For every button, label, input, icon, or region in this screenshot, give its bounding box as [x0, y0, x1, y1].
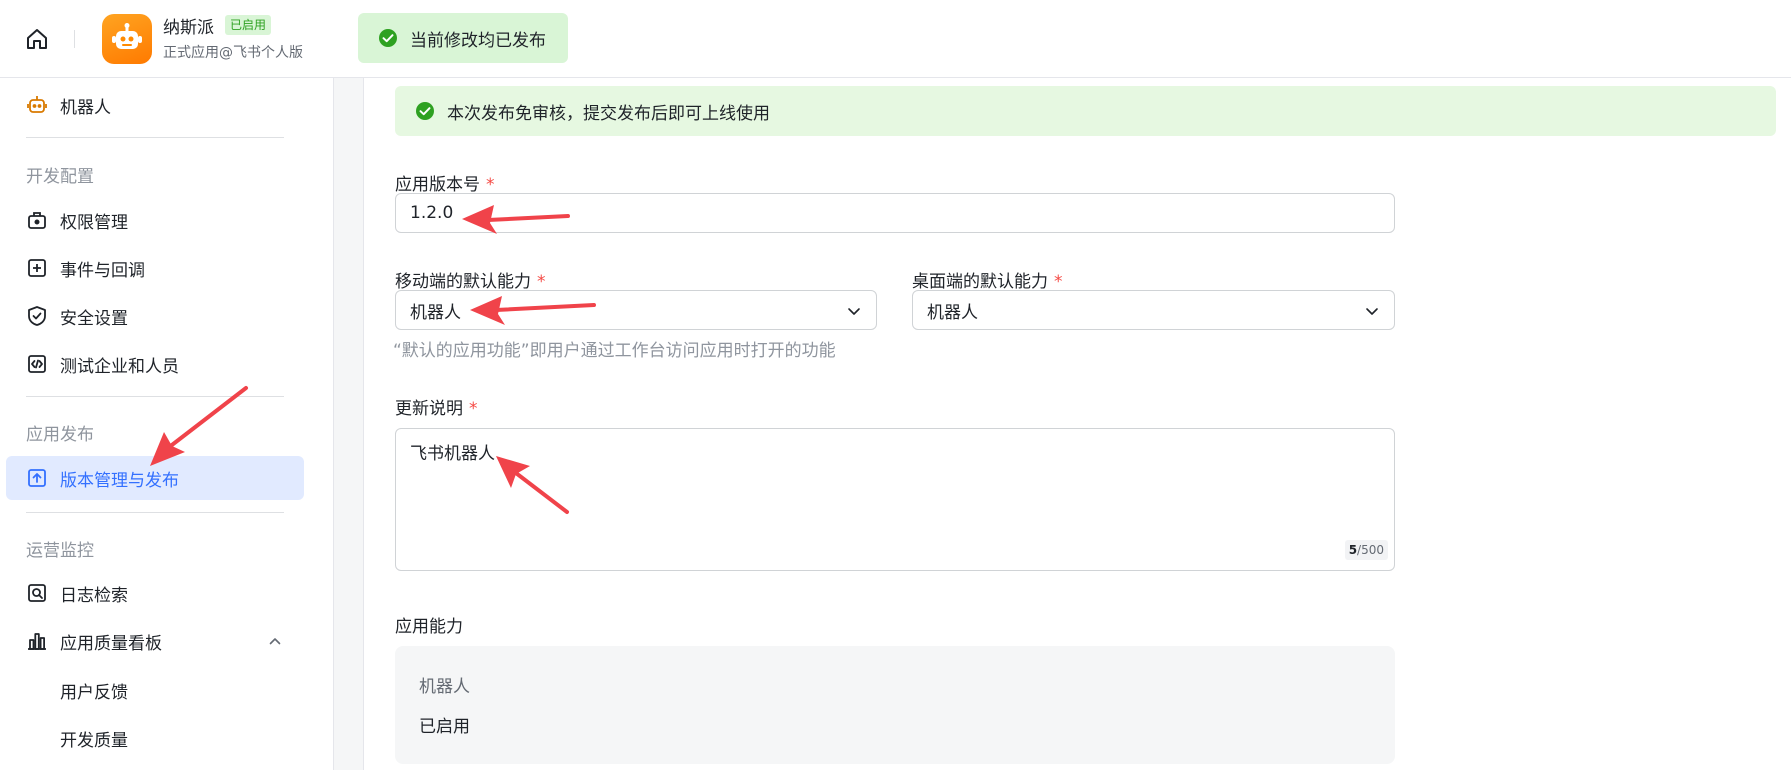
- required-mark: *: [1054, 272, 1063, 292]
- sidebar-item-label: 事件与回调: [60, 260, 145, 281]
- sidebar-item-versions[interactable]: 版本管理与发布: [6, 456, 304, 500]
- capability-card: 机器人 已启用: [395, 646, 1395, 764]
- mobile-default-label: 移动端的默认能力 *: [395, 267, 546, 292]
- app-status-badge: 已启用: [225, 15, 272, 35]
- capability-status: 已启用: [419, 717, 470, 737]
- top-header: 纳斯派 已启用 正式应用@飞书个人版 当前修改均已发布: [0, 0, 1791, 78]
- required-mark: *: [469, 399, 478, 419]
- chevron-down-icon: [848, 308, 860, 315]
- check-circle-icon: [379, 29, 397, 47]
- version-label-text: 应用版本号: [395, 175, 480, 195]
- code-square-icon: [26, 353, 48, 375]
- add-square-icon: [26, 257, 48, 279]
- chevron-up-icon[interactable]: [268, 634, 282, 648]
- app-subtitle: 正式应用@飞书个人版: [163, 45, 303, 61]
- robot-icon: [26, 94, 48, 116]
- header-divider: [74, 30, 75, 48]
- sidebar-subitem-feedback[interactable]: 用户反馈: [60, 678, 128, 703]
- char-max: /500: [1357, 543, 1384, 557]
- default-capability-hint: “默认的应用功能”即用户通过工作台访问应用时打开的功能: [393, 341, 836, 361]
- publish-status-toast: 当前修改均已发布: [358, 13, 568, 63]
- required-mark: *: [537, 272, 546, 292]
- sidebar-subitem-dev-quality[interactable]: 开发质量: [60, 726, 128, 751]
- content-gutter: [334, 78, 364, 770]
- sidebar-item-label: 机器人: [60, 97, 111, 118]
- sidebar-divider: [26, 512, 284, 513]
- app-avatar[interactable]: [102, 14, 152, 64]
- shield-check-icon: [26, 305, 48, 327]
- required-mark: *: [486, 175, 495, 195]
- sidebar-item-label: 日志检索: [60, 585, 128, 606]
- char-count: 5: [1348, 543, 1358, 557]
- sidebar-group-ops: 运营监控: [26, 541, 94, 561]
- sidebar-item-label: 版本管理与发布: [60, 470, 179, 491]
- chevron-down-icon: [1366, 308, 1378, 315]
- sidebar-item-label: 安全设置: [60, 308, 128, 329]
- capability-label: 应用能力: [395, 617, 463, 637]
- sidebar-item-security[interactable]: 安全设置: [6, 294, 304, 338]
- release-notes-value: 飞书机器人: [410, 444, 495, 464]
- home-button[interactable]: [22, 24, 52, 54]
- sidebar-divider: [26, 137, 284, 138]
- sidebar-item-label: 测试企业和人员: [60, 356, 179, 377]
- sidebar-item-label: 应用质量看板: [60, 633, 162, 654]
- check-circle-icon: [416, 102, 434, 120]
- sidebar-group-dev: 开发配置: [26, 167, 94, 187]
- sidebar-item-logs[interactable]: 日志检索: [6, 571, 304, 615]
- search-doc-icon: [26, 582, 48, 604]
- bar-chart-icon: [26, 630, 48, 652]
- sidebar-item-permissions[interactable]: 权限管理: [6, 198, 304, 242]
- sidebar-divider: [26, 396, 284, 397]
- mobile-default-select[interactable]: 机器人: [395, 290, 877, 330]
- sidebar-item-quality[interactable]: 应用质量看板: [6, 619, 304, 663]
- version-label: 应用版本号 *: [395, 170, 495, 195]
- toast-text: 当前修改均已发布: [410, 30, 546, 51]
- version-input[interactable]: 1.2.0: [395, 193, 1395, 233]
- upload-square-icon: [26, 467, 48, 489]
- briefcase-lock-icon: [26, 209, 48, 231]
- desktop-default-label-text: 桌面端的默认能力: [912, 272, 1048, 292]
- release-notes-textarea[interactable]: 飞书机器人 5/500: [395, 428, 1395, 571]
- mobile-default-label-text: 移动端的默认能力: [395, 272, 531, 292]
- char-counter: 5/500: [1344, 540, 1388, 560]
- notice-text: 本次发布免审核，提交发布后即可上线使用: [447, 103, 770, 124]
- release-notes-label: 更新说明 *: [395, 394, 478, 419]
- version-input-value: 1.2.0: [410, 203, 454, 223]
- review-exempt-notice: 本次发布免审核，提交发布后即可上线使用: [395, 86, 1776, 136]
- sidebar: 机器人 开发配置 权限管理 事件与回调 安全设置 测试企业和人员 应用发布 版本…: [0, 78, 334, 770]
- desktop-default-select[interactable]: 机器人: [912, 290, 1395, 330]
- sidebar-item-events[interactable]: 事件与回调: [6, 246, 304, 290]
- app-name: 纳斯派: [163, 18, 214, 38]
- capability-name: 机器人: [419, 677, 470, 697]
- desktop-default-value: 机器人: [927, 302, 978, 323]
- robot-icon: [112, 23, 142, 49]
- release-notes-label-text: 更新说明: [395, 399, 463, 419]
- sidebar-item-robot[interactable]: 机器人: [6, 83, 304, 127]
- sidebar-group-publish: 应用发布: [26, 425, 94, 445]
- home-icon: [27, 29, 47, 49]
- sidebar-item-label: 权限管理: [60, 212, 128, 233]
- desktop-default-label: 桌面端的默认能力 *: [912, 267, 1063, 292]
- main-content: 本次发布免审核，提交发布后即可上线使用 应用版本号 * 1.2.0 移动端的默认能…: [365, 78, 1791, 770]
- mobile-default-value: 机器人: [410, 302, 461, 323]
- sidebar-item-test[interactable]: 测试企业和人员: [6, 342, 304, 386]
